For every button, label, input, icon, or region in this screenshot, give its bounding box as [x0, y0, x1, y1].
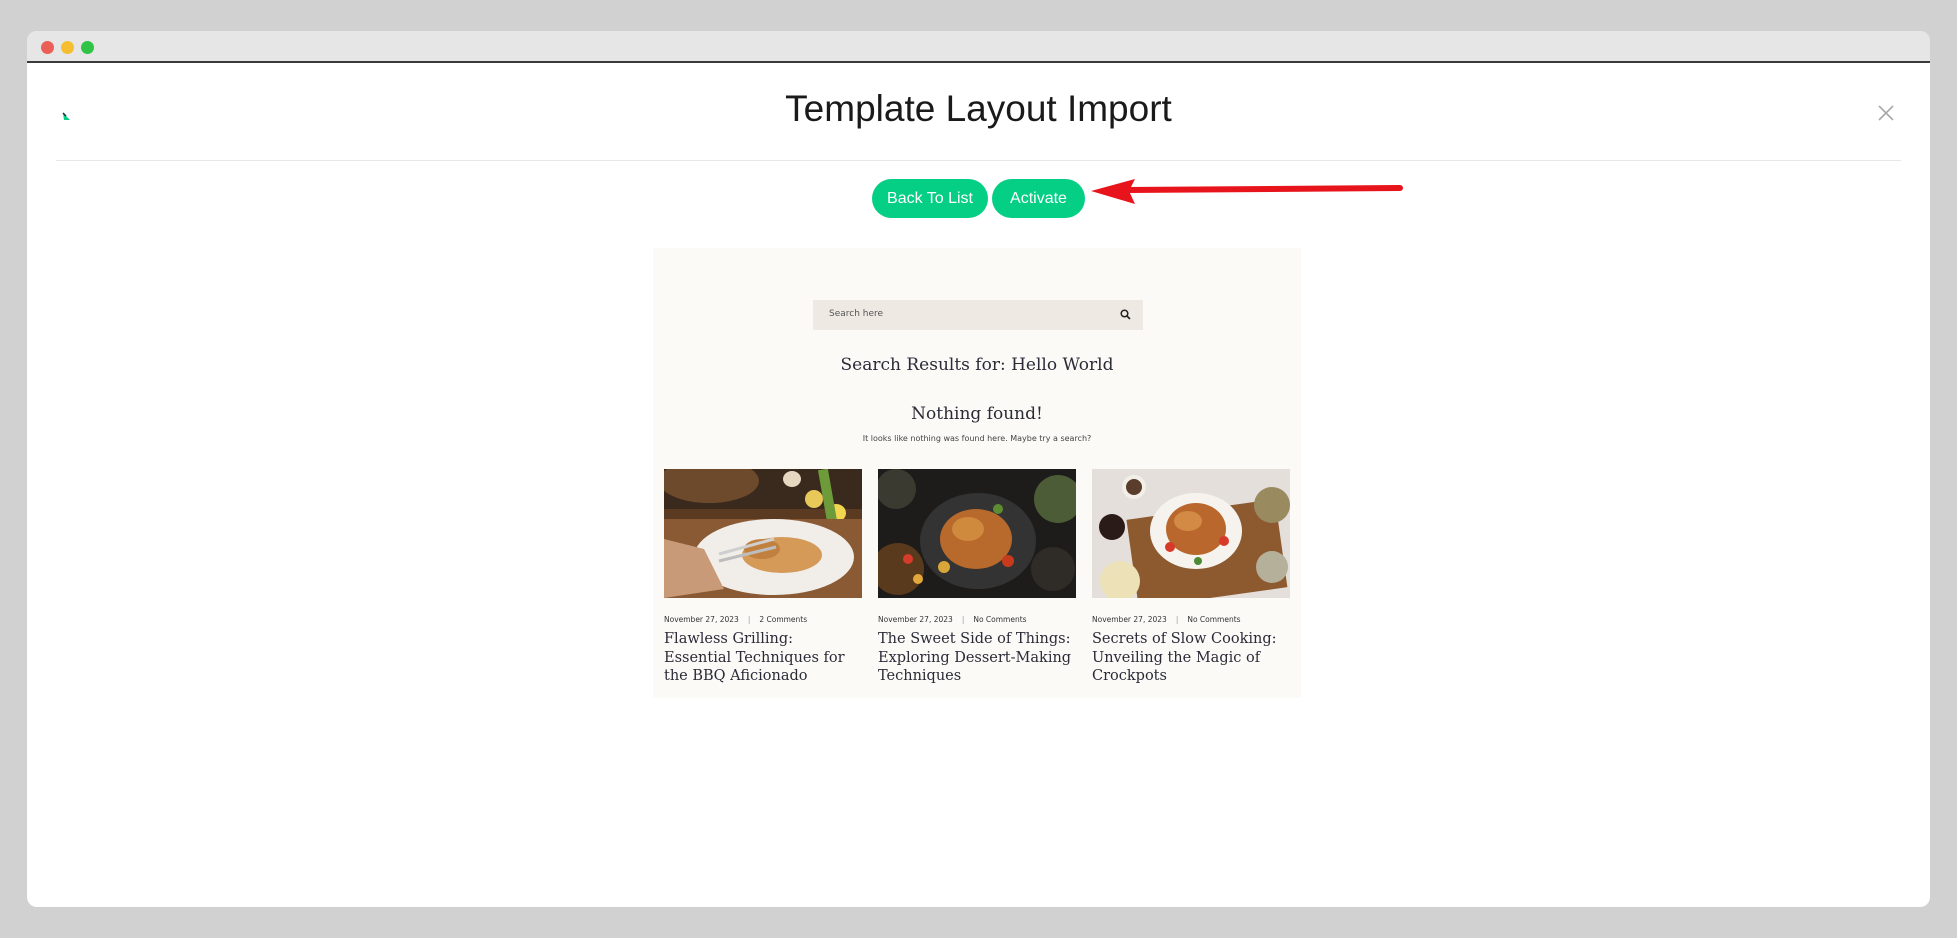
post-title[interactable]: The Sweet Side of Things: Exploring Dess… [878, 630, 1076, 686]
post-title[interactable]: Flawless Grilling: Essential Techniques … [664, 630, 862, 686]
back-to-list-button[interactable]: Back To List [872, 179, 988, 218]
post-card[interactable]: November 27, 2023 | No Comments Secrets of… [1092, 469, 1290, 686]
post-card[interactable]: November 27, 2023 | 2 Comments Flawless Gr… [659, 459, 862, 686]
search-placeholder: Search here [829, 309, 884, 319]
post-title[interactable]: Secrets of Slow Cooking: Unveiling the M… [1092, 630, 1290, 686]
post-thumbnail [1092, 469, 1290, 609]
preview-search-input[interactable]: Search here [813, 300, 1143, 330]
activate-button[interactable]: Activate [992, 179, 1085, 218]
post-comments[interactable]: No Comments [973, 615, 1026, 624]
post-date: November 27, 2023 [878, 615, 953, 624]
results-heading: Search Results for: Hello World [840, 355, 1114, 375]
window-titlebar [27, 31, 1930, 63]
nothing-found-text: It looks like nothing was found here. Ma… [862, 434, 1092, 443]
post-meta: November 27, 2023 | No Comments [878, 615, 1027, 624]
post-comments[interactable]: No Comments [1187, 615, 1240, 624]
nothing-found-heading: Nothing found! [911, 404, 1043, 424]
post-thumbnail [872, 469, 1082, 598]
search-icon[interactable] [1120, 309, 1131, 320]
template-preview: Search here Search Results for: Hello Wo… [653, 248, 1301, 698]
post-comments[interactable]: 2 Comments [759, 615, 807, 624]
post-date: November 27, 2023 [664, 615, 739, 624]
browser-window: Template Layout Import Back To List Acti… [27, 31, 1930, 907]
window-close-button[interactable] [41, 41, 54, 54]
window-minimize-button[interactable] [61, 41, 74, 54]
post-card[interactable]: November 27, 2023 | No Comments The Sweet … [872, 469, 1082, 686]
window-maximize-button[interactable] [81, 41, 94, 54]
post-meta: November 27, 2023 | No Comments [1092, 615, 1241, 624]
modal-title: Template Layout Import [785, 88, 1172, 129]
post-date: November 27, 2023 [1092, 615, 1167, 624]
post-thumbnail [659, 459, 862, 598]
red-arrow-annotation [1091, 179, 1403, 204]
post-meta: November 27, 2023 | 2 Comments [664, 615, 808, 624]
